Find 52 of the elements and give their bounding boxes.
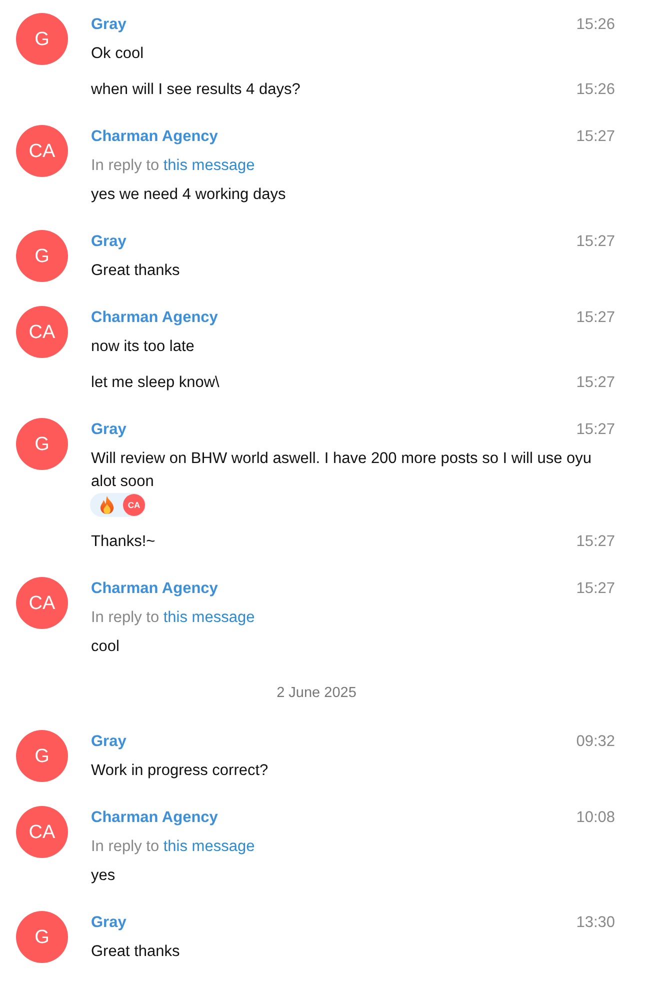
- reply-link[interactable]: this message: [163, 157, 255, 174]
- message-time: 15:27: [576, 532, 615, 552]
- message-time: 15:26: [576, 80, 615, 100]
- message-text: Great thanks: [91, 942, 180, 962]
- sender-name[interactable]: Gray: [91, 911, 126, 934]
- avatar[interactable]: CA: [16, 577, 68, 629]
- flame-icon: [100, 496, 114, 514]
- sender-name[interactable]: Charman Agency: [91, 577, 218, 600]
- message-text: Ok cool: [91, 44, 144, 64]
- avatar[interactable]: CA: [16, 806, 68, 858]
- sender-name[interactable]: Charman Agency: [91, 306, 218, 329]
- reply-note: In reply to this message: [91, 156, 256, 176]
- sender-name[interactable]: Charman Agency: [91, 125, 218, 148]
- avatar[interactable]: G: [16, 911, 68, 963]
- message-time: 15:27: [576, 127, 615, 147]
- reply-link[interactable]: this message: [163, 609, 255, 626]
- message-time: 15:27: [576, 373, 615, 393]
- message-time: 13:30: [576, 913, 615, 933]
- reactor-avatar: CA: [123, 494, 145, 516]
- reply-note: In reply to this message: [91, 837, 256, 857]
- message-text: Thanks!~: [91, 532, 156, 552]
- message-text: now its too late: [91, 337, 194, 357]
- message-text: Great thanks: [91, 261, 180, 281]
- avatar[interactable]: G: [16, 13, 68, 65]
- sender-name[interactable]: Gray: [91, 418, 126, 441]
- reaction-chip[interactable]: CA: [90, 493, 146, 517]
- message-time: 15:27: [576, 308, 615, 328]
- message-text: yes: [91, 866, 116, 886]
- message-time: 15:27: [576, 232, 615, 252]
- reply-link[interactable]: this message: [163, 838, 255, 855]
- message-text: Work in progress correct?: [91, 761, 268, 781]
- avatar[interactable]: G: [16, 730, 68, 782]
- message-text: yes we need 4 working days: [91, 185, 286, 205]
- message-text: cool: [91, 637, 120, 657]
- message-time: 10:08: [576, 808, 615, 828]
- avatar[interactable]: CA: [16, 125, 68, 177]
- message-time: 15:27: [576, 579, 615, 599]
- avatar[interactable]: CA: [16, 306, 68, 358]
- message-time: 09:32: [576, 732, 615, 752]
- sender-name[interactable]: Gray: [91, 730, 126, 753]
- sender-name[interactable]: Gray: [91, 13, 126, 36]
- avatar[interactable]: G: [16, 418, 68, 470]
- sender-name[interactable]: Charman Agency: [91, 806, 218, 829]
- reply-note: In reply to this message: [91, 608, 256, 628]
- message-time: 15:27: [576, 420, 615, 440]
- date-separator: 2 June 2025: [276, 684, 356, 703]
- message-text: let me sleep know\: [91, 373, 220, 393]
- avatar[interactable]: G: [16, 230, 68, 282]
- message-text: Will review on BHW world aswell. I have 200 more posts so I will use oyu alot soon: [91, 449, 592, 492]
- message-text: when will I see results 4 days?: [91, 80, 300, 100]
- sender-name[interactable]: Gray: [91, 230, 126, 253]
- message-time: 15:26: [576, 15, 615, 35]
